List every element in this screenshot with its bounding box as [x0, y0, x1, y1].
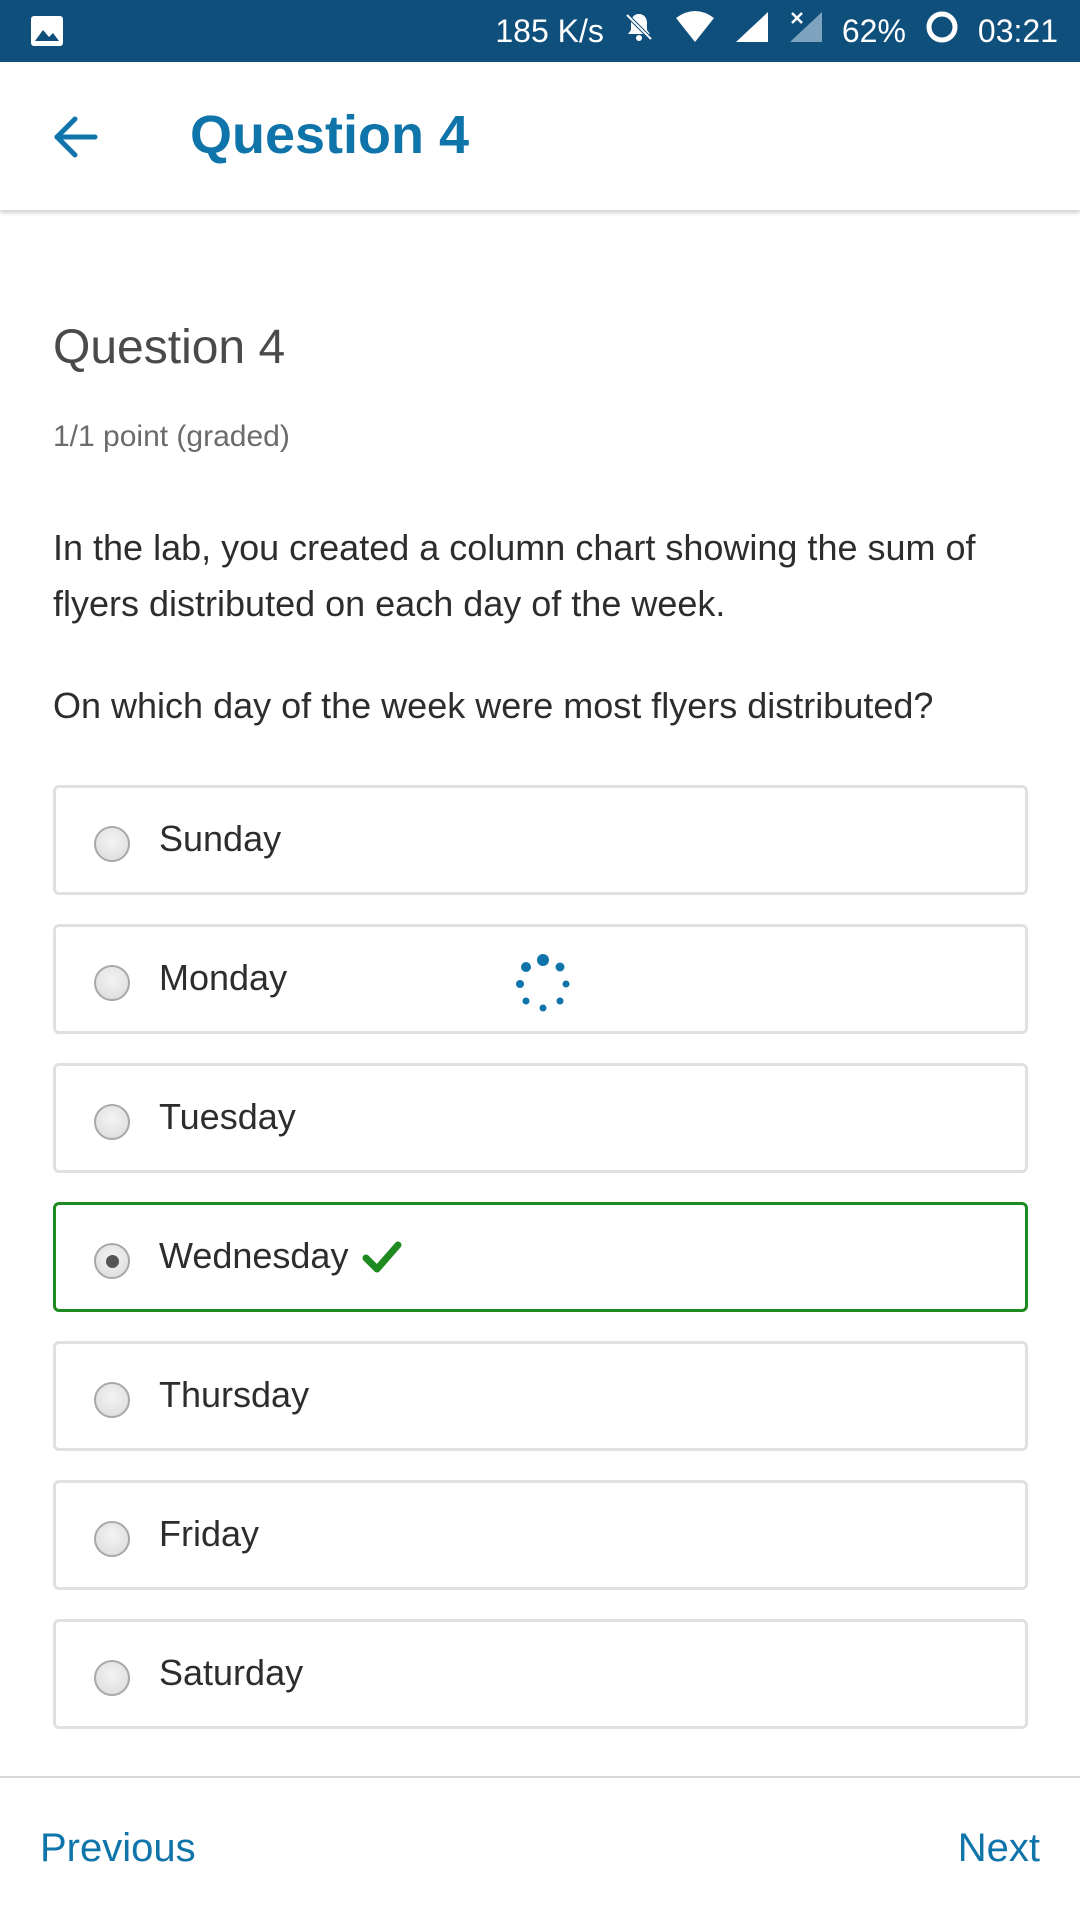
radio-button[interactable] [94, 1521, 130, 1557]
option-monday[interactable]: Monday [53, 924, 1028, 1034]
status-bar: 185 K/s 62% 03:21 [0, 0, 1080, 62]
network-speed: 185 K/s [495, 12, 604, 49]
mute-notifications-icon [622, 10, 656, 52]
back-button[interactable] [40, 106, 110, 168]
battery-level: 62% [841, 12, 906, 49]
previous-button[interactable]: Previous [40, 1826, 196, 1871]
radio-button[interactable] [94, 965, 130, 1001]
radio-button-selected[interactable] [94, 1243, 130, 1279]
question-text: In the lab, you created a column chart s… [53, 527, 976, 624]
radio-button[interactable] [94, 1104, 130, 1140]
radio-button[interactable] [94, 1660, 130, 1696]
option-label: Friday [159, 1513, 260, 1554]
image-icon [30, 15, 64, 47]
option-label: Tuesday [159, 1096, 296, 1137]
option-label: Thursday [159, 1374, 310, 1415]
option-thursday[interactable]: Thursday [53, 1341, 1028, 1451]
option-label: Sunday [159, 818, 282, 859]
checkmark-icon [362, 1241, 402, 1273]
option-wednesday[interactable]: Wednesday [53, 1202, 1028, 1312]
option-tuesday[interactable]: Tuesday [53, 1063, 1028, 1173]
clock: 03:21 [977, 12, 1058, 49]
option-friday[interactable]: Friday [53, 1480, 1028, 1590]
app-bar: Question 4 [0, 62, 1080, 210]
option-saturday[interactable]: Saturday [53, 1619, 1028, 1729]
question-points: 1/1 point (graded) [53, 420, 290, 453]
radio-button[interactable] [94, 826, 130, 862]
question-heading: Question 4 [53, 321, 286, 374]
option-label: Wednesday [159, 1235, 349, 1276]
roaming-signal-icon [788, 10, 824, 52]
footer-navigation: Previous Next [0, 1776, 1080, 1920]
radio-button[interactable] [94, 1382, 130, 1418]
loading-spinner-icon [516, 954, 570, 1012]
option-label: Saturday [159, 1652, 304, 1693]
arrow-left-icon [54, 116, 98, 158]
signal-icon [734, 10, 770, 52]
option-sunday[interactable]: Sunday [53, 785, 1028, 895]
question-prompt: On which day of the week were most flyer… [53, 685, 934, 726]
wifi-icon [674, 10, 716, 52]
battery-icon [924, 9, 960, 53]
page-title: Question 4 [190, 105, 470, 165]
next-button[interactable]: Next [958, 1826, 1040, 1871]
option-label: Monday [159, 957, 288, 998]
